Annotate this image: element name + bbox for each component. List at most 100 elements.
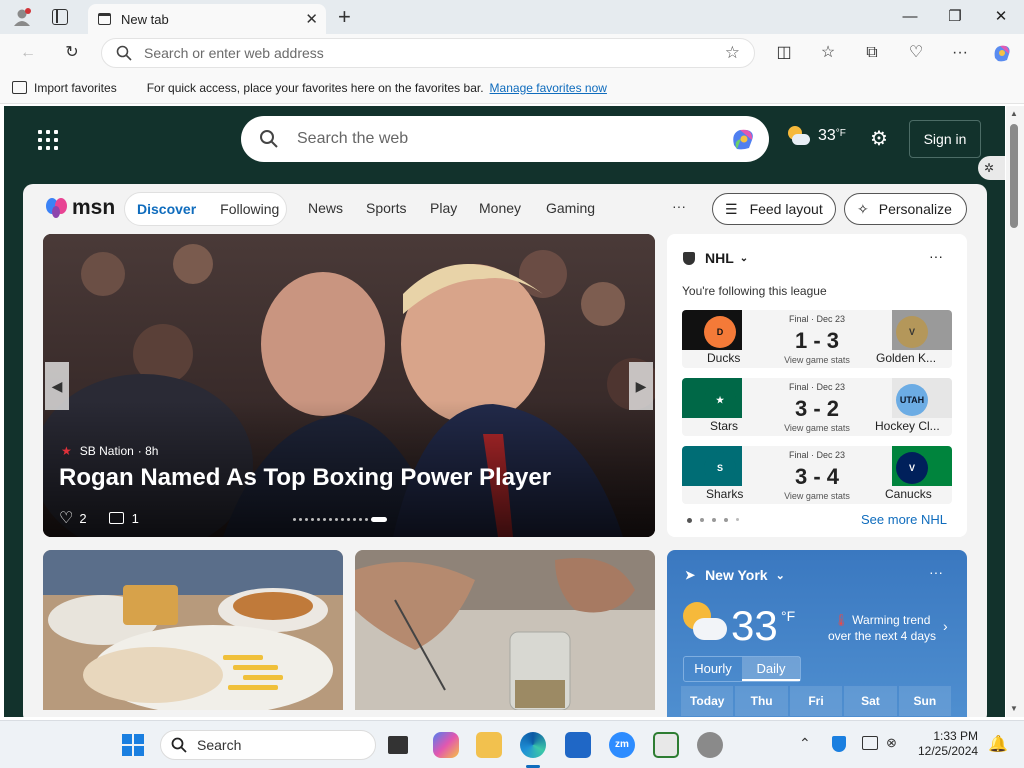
web-search-box[interactable]: Search the web xyxy=(241,116,769,162)
app-launcher-icon[interactable] xyxy=(38,130,58,150)
taskbar-search[interactable]: Search xyxy=(160,730,376,760)
weather-more-options[interactable]: ··· xyxy=(929,564,943,580)
game-score: 3 - 4 xyxy=(794,464,840,489)
nav-play[interactable]: Play xyxy=(430,200,457,216)
carousel-dots[interactable] xyxy=(293,517,387,522)
nhl-page-dots[interactable] xyxy=(687,518,739,523)
comment-icon[interactable] xyxy=(108,512,124,524)
see-more-nhl-link[interactable]: See more NHL xyxy=(861,512,947,527)
new-tab-button[interactable]: + xyxy=(338,4,351,30)
tab-following[interactable]: Following xyxy=(208,201,291,217)
like-icon[interactable]: ♡ xyxy=(59,508,73,528)
manage-favorites-link[interactable]: Manage favorites now xyxy=(490,81,607,95)
refresh-icon[interactable]: ↻ xyxy=(60,42,84,64)
day-sun[interactable]: Sun xyxy=(898,686,952,716)
file-explorer-icon[interactable] xyxy=(476,732,502,758)
msn-logo-text: msn xyxy=(72,196,116,219)
feed-layout-button[interactable]: ☰ Feed layout xyxy=(712,193,836,225)
weather-location[interactable]: ➤ New York ⌄ xyxy=(685,567,785,583)
copilot-icon[interactable] xyxy=(990,42,1014,64)
nav-news[interactable]: News xyxy=(308,200,343,216)
network-icon[interactable] xyxy=(862,736,878,750)
windows-start-icon[interactable] xyxy=(122,734,144,756)
msn-feed: msn Discover Following News Sports Play … xyxy=(23,184,987,717)
scroll-down-icon[interactable]: ▼ xyxy=(1010,704,1018,713)
day-today[interactable]: Today xyxy=(681,686,734,716)
view-game-stats-link[interactable]: View game stats xyxy=(772,423,862,433)
profile-icon[interactable] xyxy=(12,7,32,27)
close-tab-icon[interactable]: ✕ xyxy=(305,10,318,28)
copilot-icon[interactable] xyxy=(729,125,759,153)
source-star-icon: ★ xyxy=(61,444,72,458)
more-menu-icon[interactable]: ··· xyxy=(948,42,972,64)
import-favorites-button[interactable]: Import favorites xyxy=(34,81,117,95)
tab-discover[interactable]: Discover xyxy=(125,201,208,217)
game-sharks-canucks[interactable]: S V Sharks Canucks Final · Dec 23 3 - 4 … xyxy=(682,446,952,504)
favorite-star-icon[interactable]: ☆ xyxy=(725,43,740,63)
background-toggle-icon[interactable]: ✲ xyxy=(978,156,1005,180)
view-game-stats-link[interactable]: View game stats xyxy=(772,491,862,501)
tab-actions-icon[interactable] xyxy=(52,9,68,25)
sliders-icon: ☰ xyxy=(725,200,738,217)
game-stars-utah[interactable]: ★ UTAH Stars Hockey Cl... Final · Dec 23… xyxy=(682,378,952,436)
import-favorites-icon[interactable] xyxy=(12,81,27,94)
chevron-right-icon[interactable]: › xyxy=(943,618,948,634)
food-image xyxy=(43,550,343,710)
game-ducks-golden-knights[interactable]: D V Ducks Golden K... Final · Dec 23 1 -… xyxy=(682,310,952,368)
personalize-button[interactable]: ✧ Personalize xyxy=(844,193,967,225)
clock-time: 1:33 PM xyxy=(933,729,979,743)
sign-in-button[interactable]: Sign in xyxy=(909,120,981,158)
scroll-up-icon[interactable]: ▲ xyxy=(1010,109,1018,118)
nav-more-button[interactable]: ··· xyxy=(672,198,686,214)
notification-bell-icon[interactable]: 🔔 xyxy=(988,734,1008,754)
day-thu[interactable]: Thu xyxy=(735,686,788,716)
copilot-taskbar-icon[interactable] xyxy=(433,732,459,758)
day-sat[interactable]: Sat xyxy=(844,686,897,716)
edge-browser-icon[interactable] xyxy=(520,732,546,758)
settings-app-icon[interactable] xyxy=(697,732,723,758)
zoom-icon[interactable]: zm xyxy=(609,732,635,758)
address-bar[interactable]: Search or enter web address ☆ xyxy=(101,38,755,68)
browser-essentials-icon[interactable]: ♡ xyxy=(904,42,928,64)
nhl-more-options[interactable]: ··· xyxy=(929,248,943,264)
story-age: · 8h xyxy=(137,444,159,458)
hero-story-carousel[interactable]: ◀ ▶ ★ SB Nation · 8h Rogan Named As Top … xyxy=(43,234,655,537)
warming-trend[interactable]: 🌡 Warming trend over the next 4 days xyxy=(827,612,937,644)
volume-muted-icon[interactable]: ⊗ xyxy=(886,735,897,751)
split-screen-icon[interactable]: ◫ xyxy=(772,42,796,64)
back-arrow-icon[interactable]: ← xyxy=(16,42,40,64)
task-view-icon[interactable] xyxy=(388,736,408,754)
collections-icon[interactable]: ⧉ xyxy=(860,42,884,64)
tab-daily[interactable]: Daily xyxy=(742,657,800,681)
nhl-header[interactable]: NHL ⌄ xyxy=(683,250,748,266)
msn-logo[interactable]: msn xyxy=(45,196,115,220)
view-game-stats-link[interactable]: View game stats xyxy=(772,355,862,365)
story-card-food[interactable] xyxy=(43,550,343,710)
nav-gaming[interactable]: Gaming xyxy=(546,200,595,216)
scrollbar-thumb[interactable] xyxy=(1010,124,1018,228)
game-status: Final · Dec 23 xyxy=(788,450,846,460)
nav-money[interactable]: Money xyxy=(479,200,521,216)
taskbar-clock[interactable]: 1:33 PM 12/25/2024 xyxy=(918,729,978,759)
favorites-icon[interactable]: ☆ xyxy=(816,42,840,64)
security-icon[interactable] xyxy=(832,736,846,752)
tab-new-tab[interactable]: New tab ✕ xyxy=(88,4,326,34)
chart-app-icon[interactable] xyxy=(653,732,679,758)
story-card-savings[interactable] xyxy=(355,550,655,710)
nav-sports[interactable]: Sports xyxy=(366,200,406,216)
hero-headline[interactable]: Rogan Named As Top Boxing Power Player xyxy=(59,464,551,492)
show-hidden-icons-chevron[interactable]: ⌃ xyxy=(799,735,811,752)
carousel-next-button[interactable]: ▶ xyxy=(629,362,653,410)
browser-toolbar: ← ↻ Search or enter web address ☆ ◫ ☆ ⧉ … xyxy=(0,34,1024,72)
microsoft-store-icon[interactable] xyxy=(565,732,591,758)
settings-gear-icon[interactable]: ⚙ xyxy=(870,126,888,151)
tab-hourly[interactable]: Hourly xyxy=(684,657,742,681)
close-window-button[interactable]: ✕ xyxy=(986,6,1016,28)
header-weather[interactable]: 33 °F xyxy=(786,126,846,146)
following-note: You're following this league xyxy=(682,284,827,298)
carousel-prev-button[interactable]: ◀ xyxy=(45,362,69,410)
minimize-button[interactable]: — xyxy=(895,6,925,28)
restore-button[interactable]: ❐ xyxy=(940,6,970,28)
day-fri[interactable]: Fri xyxy=(789,686,843,716)
search-placeholder: Search the web xyxy=(297,130,409,147)
